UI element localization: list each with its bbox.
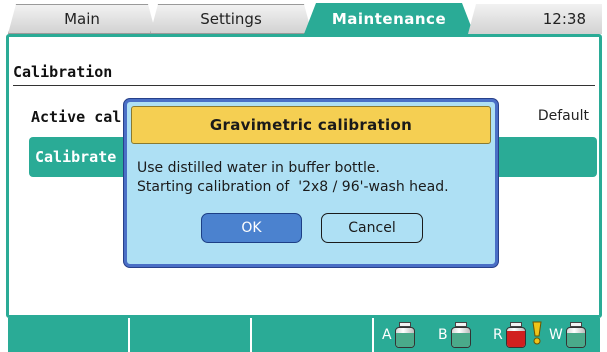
bottle-status-w: W	[549, 321, 586, 349]
clock-display: 12:38	[468, 4, 602, 34]
page-title: Calibration	[13, 63, 113, 81]
active-calibration-value: Default	[537, 108, 589, 124]
tab-maintenance[interactable]: Maintenance	[304, 3, 474, 34]
warning-exclamation-icon	[532, 321, 542, 345]
tab-main[interactable]: Main	[8, 4, 156, 34]
tab-maintenance-label: Maintenance	[331, 9, 447, 28]
bottle-letter: W	[549, 327, 563, 343]
ok-button[interactable]: OK	[201, 213, 302, 243]
bottle-icon	[450, 322, 471, 348]
bottle-status-b: B	[438, 321, 471, 349]
tab-main-label: Main	[64, 10, 100, 28]
tab-bar: Main Settings Maintenance 12:38	[0, 0, 607, 34]
ok-button-label: OK	[241, 220, 262, 236]
bottle-status-r: R	[493, 321, 542, 349]
bottle-icon	[565, 322, 586, 348]
bottom-bar: A B R W	[0, 318, 607, 352]
soft-key-1[interactable]	[8, 318, 130, 352]
soft-key-2[interactable]	[130, 318, 252, 352]
dialog-message-line-1: Use distilled water in buffer bottle.	[137, 160, 380, 176]
bottle-icon	[505, 321, 542, 348]
bottle-icon	[394, 322, 415, 348]
active-calibration-label: Active cal	[31, 108, 122, 126]
bottle-letter: B	[438, 327, 448, 343]
title-divider	[13, 85, 595, 86]
tab-settings-label: Settings	[200, 10, 262, 28]
bottle-status-a: A	[382, 321, 415, 349]
bottle-letter: A	[382, 327, 392, 343]
cancel-button[interactable]: Cancel	[321, 213, 423, 243]
cancel-button-label: Cancel	[348, 220, 396, 236]
dialog-message-line-2: Starting calibration of '2x8 / 96'-wash …	[137, 179, 449, 195]
calibration-dialog: Gravimetric calibration Use distilled wa…	[124, 99, 498, 267]
dialog-title: Gravimetric calibration	[131, 106, 491, 144]
calibrate-label: Calibrate	[35, 148, 117, 166]
clock-time: 12:38	[542, 10, 586, 28]
tab-settings[interactable]: Settings	[150, 4, 312, 34]
bottle-letter: R	[493, 327, 503, 343]
soft-key-3[interactable]	[252, 318, 374, 352]
